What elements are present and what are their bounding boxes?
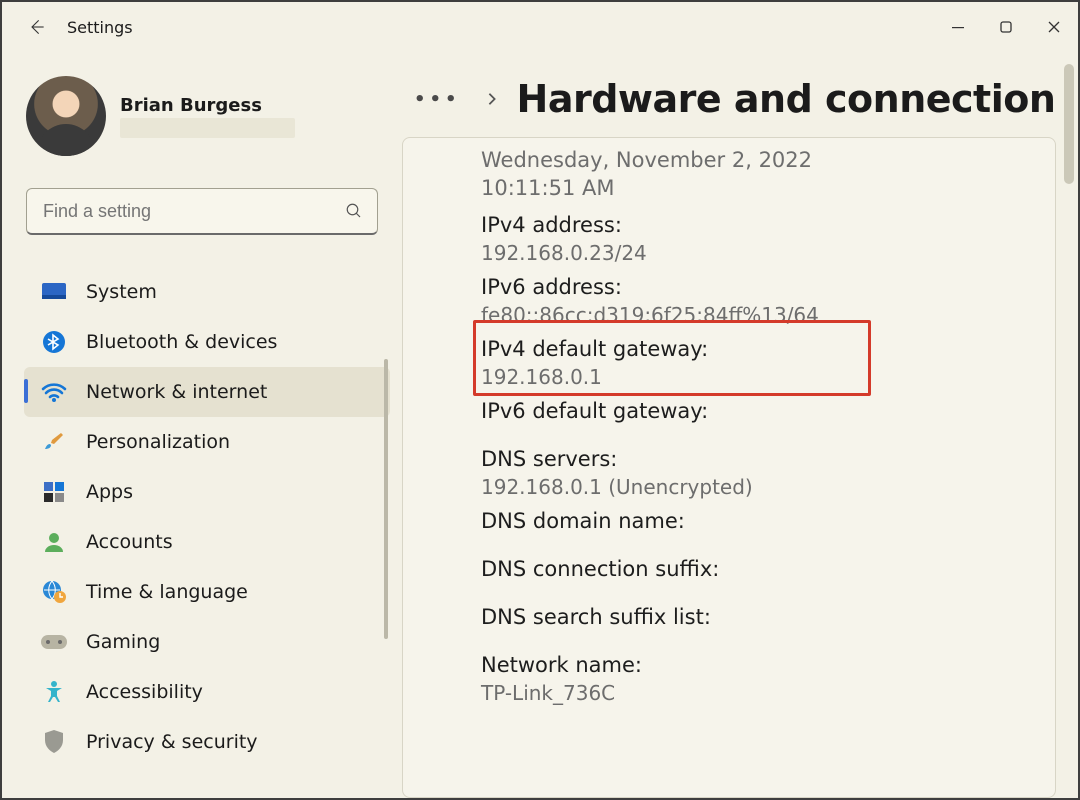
ipv4-address-value: 192.168.0.23/24 bbox=[481, 241, 1031, 265]
sidebar-scrollbar[interactable] bbox=[384, 359, 388, 639]
ipv4-address-label: IPv4 address: bbox=[481, 213, 1031, 237]
page-title: Hardware and connection pro bbox=[517, 77, 1064, 121]
sidebar-item-personalization[interactable]: Personalization bbox=[2, 417, 402, 467]
sidebar-item-privacy[interactable]: Privacy & security bbox=[2, 717, 402, 767]
chevron-right-icon bbox=[485, 92, 499, 106]
ipv6-address-label: IPv6 address: bbox=[481, 275, 1031, 299]
apps-icon bbox=[40, 478, 68, 506]
settings-window: Settings Brian Burgess bbox=[0, 0, 1080, 800]
sidebar-item-label: Accounts bbox=[86, 531, 173, 553]
person-icon bbox=[40, 528, 68, 556]
main-panel: ••• Hardware and connection pro Wednesda… bbox=[402, 52, 1078, 798]
wifi-icon bbox=[40, 378, 68, 406]
bluetooth-icon bbox=[40, 328, 68, 356]
properties-panel: Wednesday, November 2, 2022 10:11:51 AM … bbox=[402, 137, 1056, 798]
search-box[interactable] bbox=[26, 188, 378, 235]
profile-email-redacted bbox=[120, 118, 295, 138]
sidebar-item-label: Privacy & security bbox=[86, 731, 258, 753]
close-button[interactable] bbox=[1030, 7, 1078, 47]
shield-icon bbox=[40, 728, 68, 756]
app-title: Settings bbox=[67, 18, 133, 37]
system-icon bbox=[40, 278, 68, 306]
sidebar-item-network[interactable]: Network & internet bbox=[24, 367, 390, 417]
sidebar-item-accounts[interactable]: Accounts bbox=[2, 517, 402, 567]
sidebar-item-label: Gaming bbox=[86, 631, 160, 653]
sidebar-item-label: Personalization bbox=[86, 431, 230, 453]
search-input[interactable] bbox=[41, 200, 345, 223]
ipv6-gateway-label: IPv6 default gateway: bbox=[481, 399, 1031, 423]
maximize-button[interactable] bbox=[982, 7, 1030, 47]
timestamp-date: Wednesday, November 2, 2022 bbox=[481, 146, 1031, 174]
sidebar-item-gaming[interactable]: Gaming bbox=[2, 617, 402, 667]
main-scrollbar[interactable] bbox=[1064, 64, 1074, 184]
sidebar-item-label: Bluetooth & devices bbox=[86, 331, 277, 353]
back-button[interactable] bbox=[27, 17, 47, 37]
ipv4-gateway-value: 192.168.0.1 bbox=[481, 365, 1031, 389]
dns-servers-label: DNS servers: bbox=[481, 447, 1031, 471]
search-icon bbox=[345, 202, 363, 220]
breadcrumb-more-button[interactable]: ••• bbox=[408, 89, 467, 110]
sidebar-item-bluetooth[interactable]: Bluetooth & devices bbox=[2, 317, 402, 367]
sidebar-item-label: Apps bbox=[86, 481, 133, 503]
sidebar: Brian Burgess System bbox=[2, 52, 402, 798]
dns-search-suffix-label: DNS search suffix list: bbox=[481, 605, 1031, 629]
gamepad-icon bbox=[40, 628, 68, 656]
dns-conn-suffix-label: DNS connection suffix: bbox=[481, 557, 1031, 581]
globe-clock-icon bbox=[40, 578, 68, 606]
minimize-button[interactable] bbox=[934, 7, 982, 47]
sidebar-nav: System Bluetooth & devices Network & int… bbox=[2, 267, 402, 767]
ipv4-gateway-label: IPv4 default gateway: bbox=[481, 337, 1031, 361]
sidebar-item-accessibility[interactable]: Accessibility bbox=[2, 667, 402, 717]
dns-domain-label: DNS domain name: bbox=[481, 509, 1031, 533]
profile-name: Brian Burgess bbox=[120, 95, 295, 116]
dns-servers-value: 192.168.0.1 (Unencrypted) bbox=[481, 475, 1031, 499]
sidebar-item-label: Network & internet bbox=[86, 381, 267, 403]
accessibility-icon bbox=[40, 678, 68, 706]
sidebar-item-apps[interactable]: Apps bbox=[2, 467, 402, 517]
avatar bbox=[26, 76, 106, 156]
sidebar-item-label: Accessibility bbox=[86, 681, 203, 703]
network-name-value: TP-Link_736C bbox=[481, 681, 1031, 705]
sidebar-item-label: System bbox=[86, 281, 157, 303]
sidebar-item-system[interactable]: System bbox=[2, 267, 402, 317]
timestamp-time: 10:11:51 AM bbox=[481, 174, 1031, 202]
account-profile[interactable]: Brian Burgess bbox=[2, 70, 402, 172]
titlebar: Settings bbox=[2, 2, 1078, 52]
network-name-label: Network name: bbox=[481, 653, 1031, 677]
ipv6-address-value: fe80::86cc:d319:6f25:84ff%13/64 bbox=[481, 303, 1031, 327]
sidebar-item-time-language[interactable]: Time & language bbox=[2, 567, 402, 617]
paintbrush-icon bbox=[40, 428, 68, 456]
sidebar-item-label: Time & language bbox=[86, 581, 248, 603]
